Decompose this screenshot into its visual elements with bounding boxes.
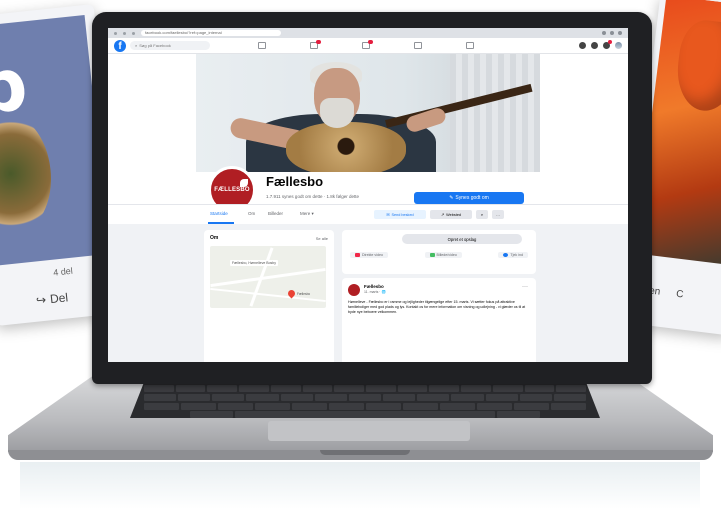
photo-icon [429,253,435,257]
share-button: ↪ Del [35,290,68,307]
create-post-button[interactable]: Opret et opslag [402,234,522,244]
post-text: Hørnelleve - Fællesbo er i ramme og lejl… [348,300,526,314]
account-avatar[interactable] [615,42,622,49]
send-message-button[interactable]: ✉ Send besked [374,210,426,219]
extension-icon[interactable] [602,31,606,35]
menu-icon[interactable] [579,42,586,49]
share-label: Del [49,290,69,307]
groups-icon[interactable] [466,42,474,49]
create-post-card: Opret et opslag Direkte video Billede/vi… [342,230,536,274]
create-post-actions: Direkte video Billede/video Tjek ind [350,252,528,258]
like-page-label: Synes godt om [455,195,489,201]
reload-icon[interactable] [132,31,135,35]
laptop-screen: facebook.com/faellesbo/?ref=page_interna… [108,28,628,362]
live-video-button[interactable]: Direkte video [350,252,388,258]
post-timestamp[interactable]: 11. marts · 🌐 [364,290,386,294]
pages-icon[interactable] [310,40,321,49]
tab-photos[interactable]: Billeder [268,211,283,216]
location-map[interactable]: Fællesbo, Hørnelleve Bosby Fællesbo [210,246,326,308]
browser-toolbar: facebook.com/faellesbo/?ref=page_interna… [108,28,628,38]
like-page-button[interactable]: ✎ Synes godt om [414,192,524,204]
link-icon: ↗ [440,213,445,217]
search-input[interactable]: ⌕ Søg på Facebook [130,41,210,50]
page-header: FÆLLESBO Fællesbo 1.7.911 synes godt om … [108,54,628,214]
tab-about[interactable]: Om [248,211,255,216]
laptop-keyboard [130,382,600,418]
share-icon: ↪ [35,292,47,308]
more-options-button[interactable]: … [492,210,504,219]
page-content: Om Se alle Fællesbo, Hørnelleve Bosby Fæ… [108,224,628,362]
post-card: Fællesbo 11. marts · 🌐 ··· Hørnelleve - … [342,278,536,362]
topbar-right [579,40,622,49]
back-icon[interactable] [114,31,117,35]
map-pin-label: Fællesbo [297,292,311,296]
search-icon: ⌕ [480,212,484,217]
check-in-label: Tjek ind [510,253,523,257]
notification-badge [368,40,373,44]
post-author-avatar[interactable] [348,284,360,296]
page-tabs: Startside Om Billeder Mere ▾ ✉ Send besk… [108,204,628,224]
website-label: Websted [446,212,462,217]
check-in-icon [503,253,509,257]
share-label: C [675,288,685,301]
post-options-button[interactable]: ··· [522,284,528,290]
about-title: Om [210,235,219,241]
messenger-icon: ✉ [386,213,390,217]
facebook-logo-icon[interactable]: f [114,39,126,52]
main-nav [258,40,474,49]
live-video-label: Direkte video [362,253,383,257]
facebook-topbar: f ⌕ Søg på Facebook [108,38,628,54]
page-title: Fællesbo [266,174,324,189]
watch-icon[interactable] [362,40,373,49]
search-placeholder: Søg på Facebook [139,43,171,48]
search-page-button[interactable]: ⌕ [476,210,488,219]
profile-icon[interactable] [618,31,622,35]
marketplace-icon[interactable] [414,42,422,49]
map-location-label: Fællesbo, Hørnelleve Bosby [230,260,278,266]
notifications-icon[interactable] [603,40,612,49]
extension-icon[interactable] [610,31,614,35]
about-card: Om Se alle Fællesbo, Hørnelleve Bosby Fæ… [204,230,334,362]
see-all-link[interactable]: Se alle [316,236,328,241]
laptop-trackpad [268,421,470,441]
extensions-area [602,31,628,35]
profile-logo-text: FÆLLESBO [214,187,250,193]
laptop-notch [320,450,410,455]
notification-badge [316,40,321,44]
check-in-button[interactable]: Tjek ind [498,252,528,258]
surface-reflection [20,462,700,509]
tab-home[interactable]: Startside [210,211,228,216]
website-button[interactable]: ↗ Websted [430,210,472,219]
photo-video-button[interactable]: Billede/video [424,252,462,258]
post-author[interactable]: Fællesbo [364,284,384,289]
thumbs-up-icon: ✎ [449,195,454,201]
like-count: 4 del [52,265,74,278]
home-icon[interactable] [258,42,266,49]
more-options-label: … [496,212,500,217]
photo-video-label: Billede/video [436,253,457,257]
cover-photo[interactable] [196,54,540,172]
page-stats: 1.7.911 synes godt om dette · 1.8k følge… [266,194,359,199]
leaf-icon [240,179,248,187]
forward-icon[interactable] [123,31,126,35]
send-message-label: Send besked [391,212,414,217]
search-icon: ⌕ [135,43,138,48]
address-bar[interactable]: facebook.com/faellesbo/?ref=page_interna… [141,30,281,36]
tab-more[interactable]: Mere ▾ [300,211,314,217]
live-video-icon [355,253,360,257]
messenger-icon[interactable] [591,42,598,49]
